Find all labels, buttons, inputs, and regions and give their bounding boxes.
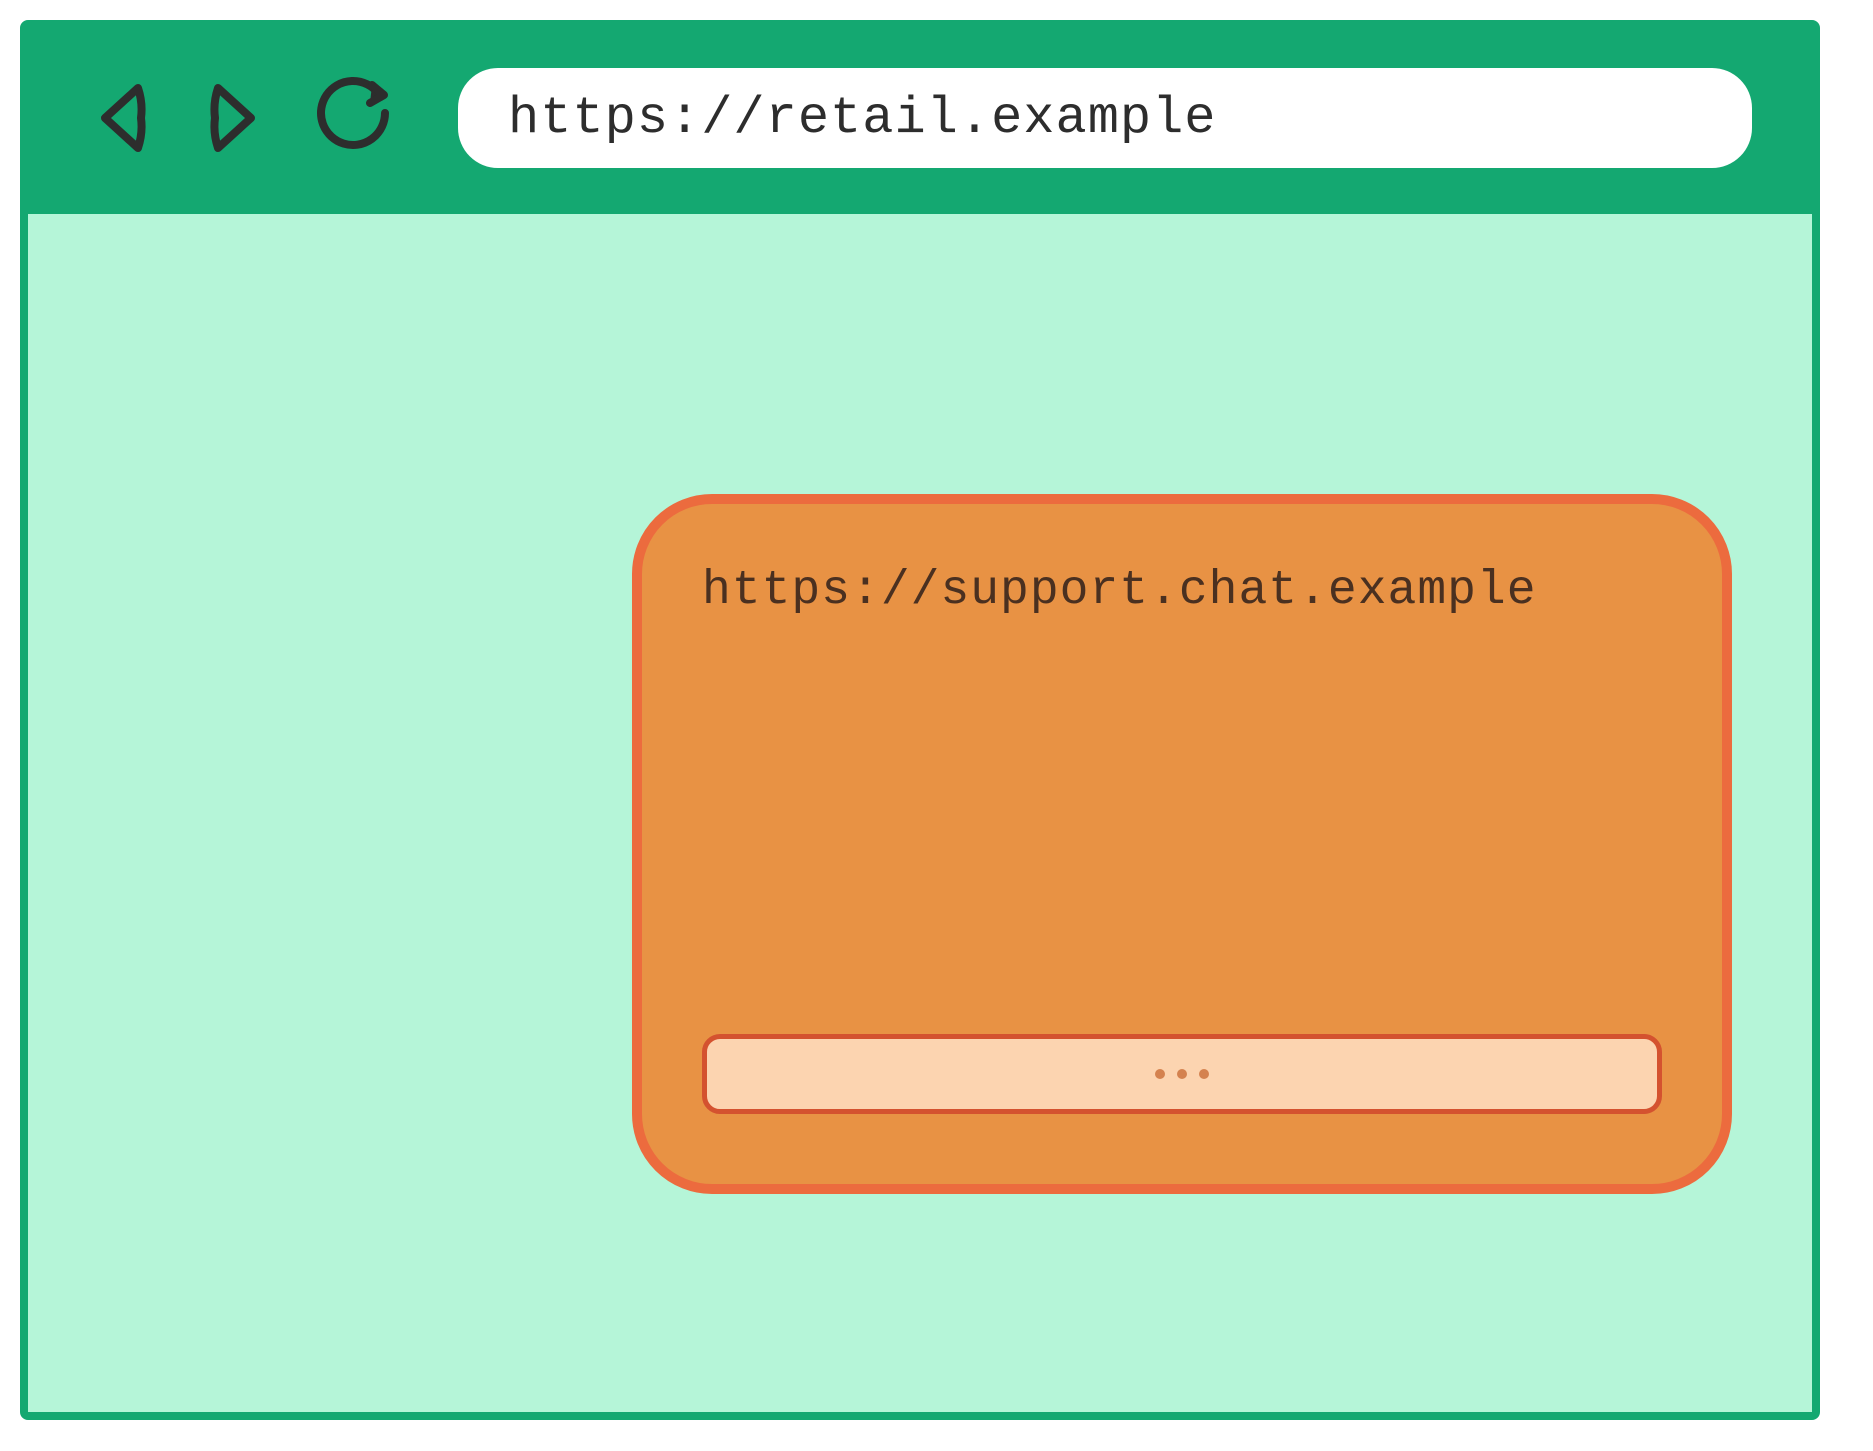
url-text: https://retail.example	[508, 89, 1217, 148]
forward-arrow-icon	[203, 78, 263, 158]
loading-dots-icon	[1155, 1069, 1209, 1079]
chat-input-container	[702, 1034, 1662, 1114]
back-button[interactable]	[88, 73, 158, 163]
url-bar[interactable]: https://retail.example	[458, 68, 1752, 168]
browser-toolbar: https://retail.example	[28, 28, 1812, 208]
browser-window: https://retail.example https://support.c…	[20, 20, 1820, 1420]
back-arrow-icon	[93, 78, 153, 158]
chat-widget-url: https://support.chat.example	[702, 564, 1662, 618]
refresh-icon	[308, 73, 398, 163]
browser-content: https://support.chat.example	[28, 208, 1812, 1412]
forward-button[interactable]	[198, 73, 268, 163]
refresh-button[interactable]	[308, 73, 398, 163]
chat-widget: https://support.chat.example	[632, 494, 1732, 1194]
chat-input[interactable]	[702, 1034, 1662, 1114]
